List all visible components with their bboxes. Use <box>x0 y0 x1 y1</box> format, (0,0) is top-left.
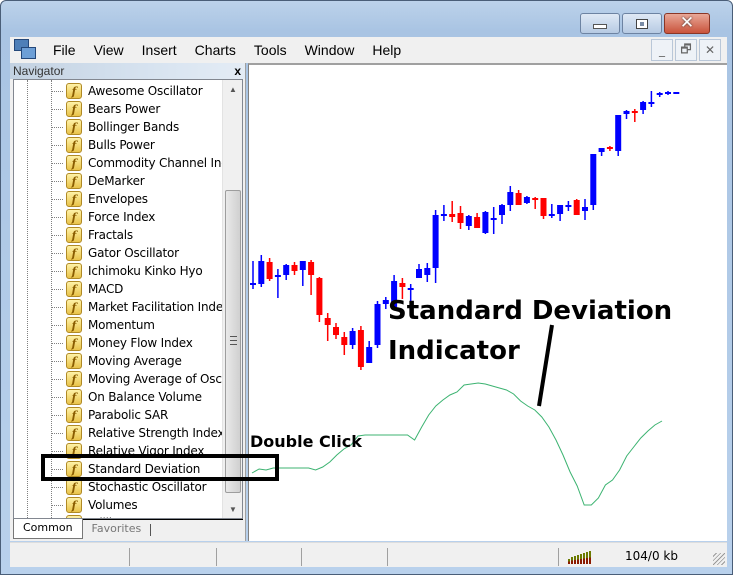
statusbar: 104/0 kb <box>10 542 727 567</box>
annotation-pointer-line <box>537 324 554 407</box>
connection-bars-icon[interactable] <box>568 551 591 564</box>
status-separator <box>558 548 559 566</box>
resize-grip[interactable] <box>713 553 725 565</box>
traffic-kb: 104/0 kb <box>625 549 678 563</box>
annotation-arrow <box>537 324 554 407</box>
highlight-box <box>41 454 279 481</box>
annotation-double-click: Double Click <box>250 432 362 451</box>
status-separator <box>387 548 388 566</box>
app-window: ✕ File View Insert Charts Tools Window H… <box>0 0 733 575</box>
status-separator <box>216 548 217 566</box>
status-separator <box>301 548 302 566</box>
status-separator <box>129 548 130 566</box>
